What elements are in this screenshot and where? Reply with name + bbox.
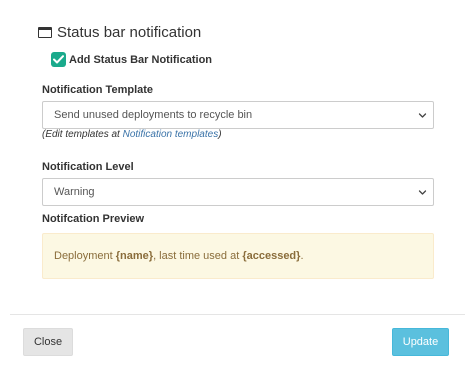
preview-text: Deployment {name}, last time used at {ac… [54,250,304,262]
footer-divider [10,314,465,315]
preview-text-part: , last time used at [153,250,243,262]
notification-preview: Deployment {name}, last time used at {ac… [42,233,434,279]
level-select[interactable]: Warning [42,178,434,206]
preview-variable-accessed: {accessed} [242,250,301,262]
section-header: Status bar notification [38,24,201,41]
preview-variable-name: {name} [115,250,154,262]
preview-label: Notifcation Preview [42,213,145,225]
level-selected-value: Warning [54,186,95,198]
help-prefix: (Edit templates at [42,129,123,140]
preview-text-part: Deployment [54,250,116,262]
status-bar-notification-panel: Status bar notification Add Status Bar N… [0,0,473,367]
close-button[interactable]: Close [23,328,73,356]
chevron-down-icon [418,190,427,195]
template-select[interactable]: Send unused deployments to recycle bin [42,101,434,129]
template-selected-value: Send unused deployments to recycle bin [54,109,253,121]
checkmark-icon [53,55,64,64]
chevron-down-icon [418,113,427,118]
window-icon [38,27,52,38]
section-title: Status bar notification [57,24,202,41]
preview-text-part: . [300,250,304,262]
add-notification-checkbox[interactable] [51,52,66,67]
notification-templates-link[interactable]: Notification templates [123,129,219,140]
add-notification-label: Add Status Bar Notification [69,53,213,66]
add-notification-row[interactable]: Add Status Bar Notification [51,52,212,67]
level-label: Notification Level [42,161,134,173]
template-label: Notification Template [42,84,154,96]
template-help-text: (Edit templates at Notification template… [42,129,222,140]
update-button[interactable]: Update [392,328,449,356]
help-suffix: ) [218,129,222,140]
